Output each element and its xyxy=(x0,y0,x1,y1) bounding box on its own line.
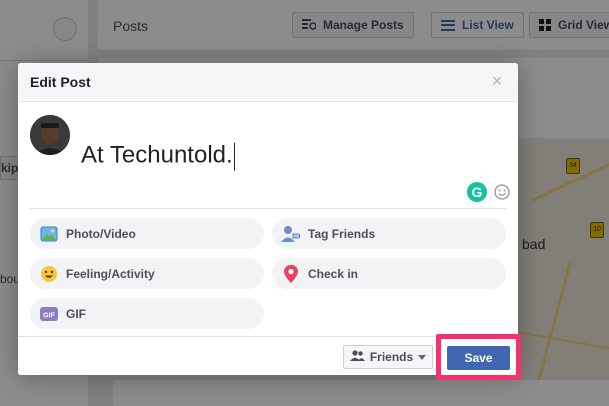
avatar xyxy=(30,115,70,155)
photo-video-label: Photo/Video xyxy=(66,226,136,241)
svg-text:GIF: GIF xyxy=(43,312,55,319)
feeling-activity-button[interactable]: Feeling/Activity xyxy=(30,258,264,289)
friends-icon xyxy=(349,350,365,364)
post-text: At Techuntold. xyxy=(81,141,233,169)
post-composer[interactable]: At Techuntold. xyxy=(18,102,518,210)
text-caret xyxy=(233,142,235,171)
dialog-title: Edit Post xyxy=(30,74,91,90)
photo-video-button[interactable]: Photo/Video xyxy=(30,218,264,249)
emoji-icon[interactable] xyxy=(494,184,510,200)
post-text-input[interactable]: At Techuntold. xyxy=(81,142,235,171)
location-pin-icon xyxy=(281,264,301,284)
feeling-activity-label: Feeling/Activity xyxy=(66,266,155,281)
audience-selector[interactable]: Friends xyxy=(343,345,433,369)
photo-video-icon xyxy=(39,224,59,244)
feeling-icon xyxy=(39,264,59,284)
check-in-label: Check in xyxy=(308,266,359,281)
tag-friends-label: Tag Friends xyxy=(308,226,376,241)
gif-label: GIF xyxy=(66,306,86,321)
chevron-down-icon xyxy=(418,354,427,360)
audience-label: Friends xyxy=(369,350,414,364)
gif-icon: GIF xyxy=(39,304,59,324)
check-in-button[interactable]: Check in xyxy=(272,258,506,289)
tag-friends-icon xyxy=(281,224,301,244)
edit-post-dialog: Edit Post × At Techuntold. G Photo/Video xyxy=(18,63,518,375)
grammarly-icon[interactable]: G xyxy=(467,182,487,202)
close-icon[interactable]: × xyxy=(488,72,506,90)
divider xyxy=(30,208,506,209)
dialog-header: Edit Post × xyxy=(18,63,518,102)
gif-button[interactable]: GIF GIF xyxy=(30,298,264,329)
save-button[interactable]: Save xyxy=(447,346,510,370)
tag-friends-button[interactable]: Tag Friends xyxy=(272,218,506,249)
